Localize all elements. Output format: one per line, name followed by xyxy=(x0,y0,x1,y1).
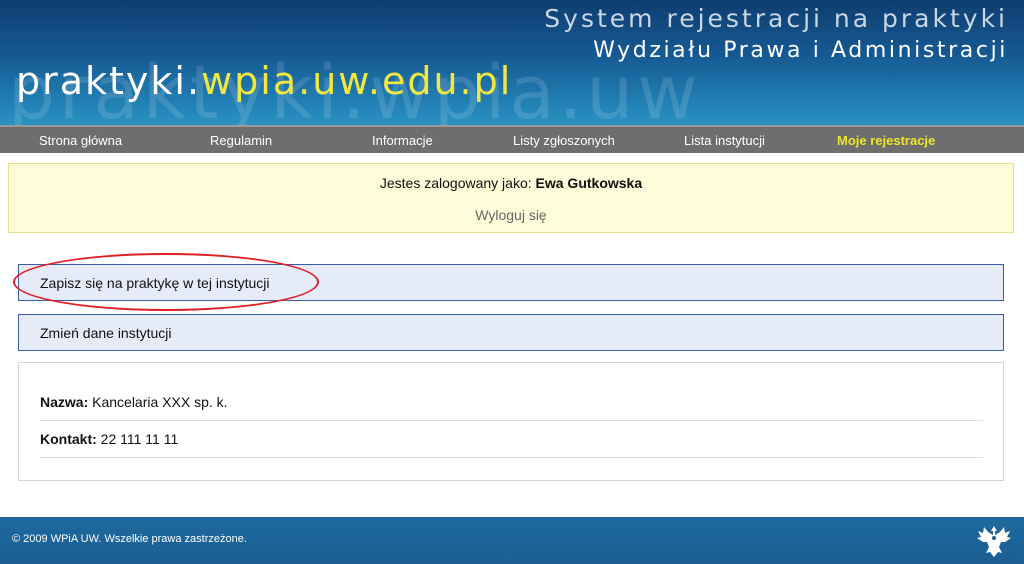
site-footer: © 2009 WPiA UW. Wszelkie prawa zastrzeżo… xyxy=(0,517,1024,564)
edit-institution-button[interactable]: Zmień dane instytucji xyxy=(18,314,1004,351)
detail-row-contact: Kontakt: 22 111 11 11 xyxy=(40,431,983,458)
logo-white-part: praktyki. xyxy=(16,59,202,103)
institution-details: Nazwa: Kancelaria XXX sp. k. Kontakt: 22… xyxy=(18,362,1004,481)
nav-item-institution-list[interactable]: Lista instytucji xyxy=(684,133,765,148)
copyright-text: © 2009 WPiA UW. Wszelkie prawa zastrzeżo… xyxy=(12,533,247,545)
register-internship-button[interactable]: Zapisz się na praktykę w tej instytucji xyxy=(18,264,1004,301)
main-nav: Strona główna Regulamin Informacje Listy… xyxy=(0,125,1024,153)
name-value: Kancelaria XXX sp. k. xyxy=(92,394,228,410)
login-status-panel: Jestes zalogowany jako: Ewa Gutkowska Wy… xyxy=(8,163,1014,233)
nav-item-info[interactable]: Informacje xyxy=(372,133,433,148)
logout-link[interactable]: Wyloguj się xyxy=(9,207,1013,223)
logged-in-user: Ewa Gutkowska xyxy=(535,175,643,191)
nav-item-my-registrations[interactable]: Moje rejestracje xyxy=(837,133,935,148)
system-title-line2: Wydziału Prawa i Administracji xyxy=(593,38,1008,63)
contact-label: Kontakt: xyxy=(40,431,97,447)
logo-yellow-part: wpia.uw.edu.pl xyxy=(201,59,513,103)
nav-item-applicant-lists[interactable]: Listy zgłoszonych xyxy=(513,133,615,148)
nav-item-home[interactable]: Strona główna xyxy=(39,133,122,148)
nav-item-rules[interactable]: Regulamin xyxy=(210,133,272,148)
name-label: Nazwa: xyxy=(40,394,89,410)
site-logo[interactable]: praktyki.wpia.uw.edu.pl xyxy=(16,62,512,100)
logged-in-line: Jestes zalogowany jako: Ewa Gutkowska xyxy=(9,175,1013,191)
site-header: praktyki.wpia.uw System rejestracji na p… xyxy=(0,0,1024,125)
logged-in-prefix: Jestes zalogowany jako: xyxy=(379,175,532,191)
detail-row-name: Nazwa: Kancelaria XXX sp. k. xyxy=(40,394,983,421)
contact-value: 22 111 11 11 xyxy=(100,431,179,447)
system-title-line1: System rejestracji na praktyki xyxy=(544,4,1008,33)
eagle-emblem-icon xyxy=(977,526,1011,557)
